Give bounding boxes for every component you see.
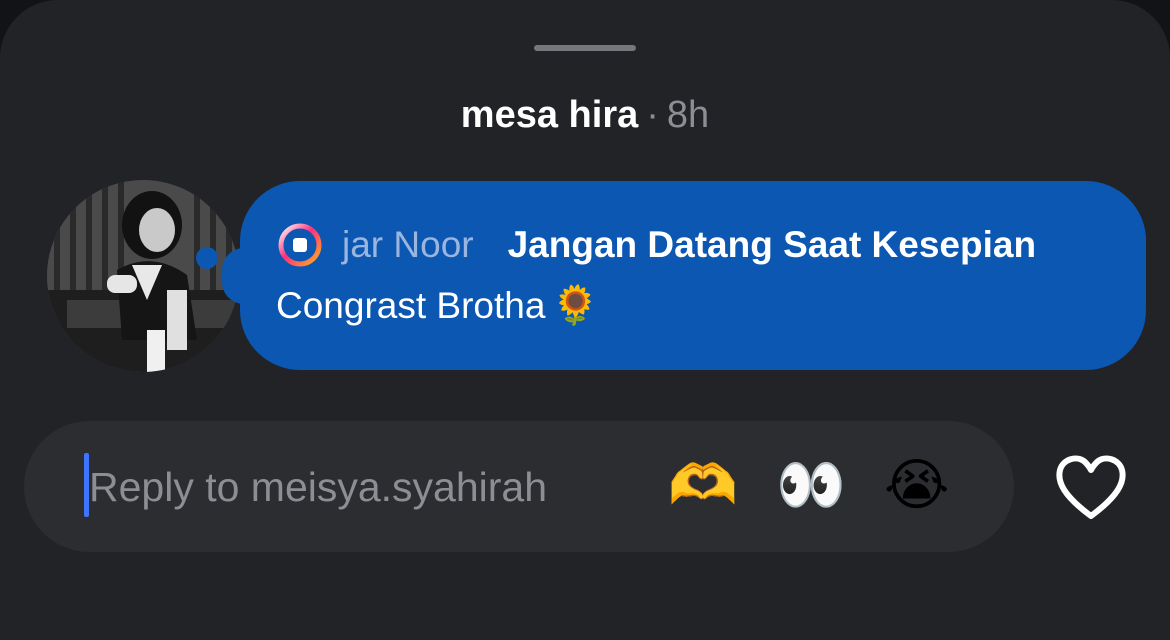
avatar[interactable]: [47, 180, 239, 372]
reply-input-bar[interactable]: Reply to meisya.syahirah 🫶 👀 😭: [24, 421, 1014, 552]
story-ring-icon: [278, 223, 322, 267]
message-text-row: Congrast Brotha 🌻: [276, 281, 599, 331]
avatar-photo: [47, 180, 239, 372]
story-reply-bubble[interactable]: jar Noor Jangan Datang Saat Kesepian Con…: [240, 181, 1146, 370]
title-fade: [1086, 211, 1146, 281]
bubble-indicator-dot: [196, 247, 218, 269]
sheet-header: mesa hira · 8h: [0, 90, 1170, 140]
heart-hands-reaction-button[interactable]: 🫶: [668, 451, 738, 521]
eyes-reaction-button[interactable]: 👀: [776, 451, 846, 521]
reply-input[interactable]: Reply to meisya.syahirah: [89, 459, 547, 515]
crying-reaction-button[interactable]: 😭: [884, 451, 949, 521]
sender-username[interactable]: mesa hira: [461, 94, 638, 136]
sheet-grabber[interactable]: [534, 45, 636, 51]
story-title: Jangan Datang Saat Kesepian: [507, 224, 1037, 265]
message-time: 8h: [666, 94, 710, 136]
message-text: Congrast Brotha: [276, 285, 546, 326]
story-author: jar Noor: [342, 224, 474, 265]
story-reference[interactable]: jar Noor Jangan Datang Saat Kesepian: [276, 223, 1036, 267]
heart-outline-icon[interactable]: [1052, 452, 1130, 522]
separator-dot: ·: [646, 94, 659, 136]
sunflower-emoji: 🌻: [551, 285, 599, 327]
comment-sheet: mesa hira · 8h jar Noor Jangan Datang Sa…: [0, 0, 1170, 640]
